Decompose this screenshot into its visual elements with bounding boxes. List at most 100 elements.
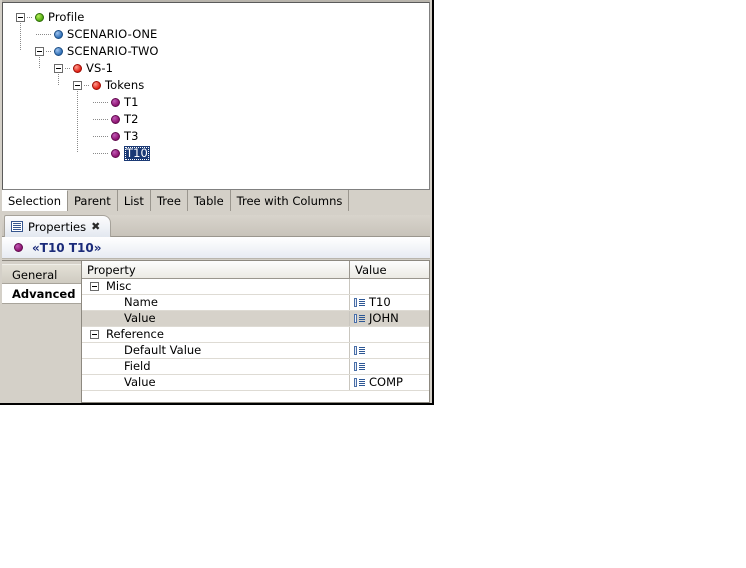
tree-connector-line <box>84 85 90 86</box>
property-value-cell[interactable] <box>350 343 429 358</box>
properties-tab-bar: Properties ✖ <box>2 215 430 237</box>
view-tab-tree[interactable]: Tree <box>150 190 188 211</box>
properties-tab-general[interactable]: General <box>2 264 81 284</box>
tree-node[interactable]: T10 <box>3 145 429 162</box>
property-row[interactable]: Reference <box>82 327 429 343</box>
tree-collapse-icon[interactable] <box>73 81 82 90</box>
application-frame: Profile SCENARIO-ONE SCENARIO-TWO VS-1 Token… <box>0 0 434 405</box>
blue-sphere-icon <box>54 47 63 56</box>
properties-list-icon <box>11 221 23 232</box>
view-tab-list[interactable]: List <box>117 190 151 211</box>
tree-connector-line <box>58 74 59 85</box>
blue-sphere-icon <box>54 30 63 39</box>
tree-connector-line <box>77 91 78 153</box>
value-editor-icon <box>354 377 365 388</box>
property-row[interactable]: Value COMP <box>82 375 429 391</box>
view-tab-tree-with-columns[interactable]: Tree with Columns <box>230 190 350 211</box>
tree-node-label[interactable]: Tokens <box>105 77 144 94</box>
value-editor-icon <box>354 297 365 308</box>
property-name-cell: Reference <box>82 327 350 342</box>
group-collapse-icon[interactable] <box>90 330 99 339</box>
property-name-cell: Name <box>82 295 350 310</box>
tree-node[interactable]: VS-1 <box>3 60 429 77</box>
tree-node-label[interactable]: T2 <box>124 111 139 128</box>
tree-node[interactable]: Tokens <box>3 77 429 94</box>
view-tab-table[interactable]: Table <box>187 190 231 211</box>
property-grid-rows: Misc Name T10 Value JOHN Reference Default Val… <box>82 279 429 391</box>
view-tab-parent[interactable]: Parent <box>68 190 118 211</box>
properties-side-tabs[interactable]: General Advanced <box>2 260 82 403</box>
tree-node-label[interactable]: SCENARIO-TWO <box>67 43 159 60</box>
purple-sphere-icon <box>111 98 120 107</box>
property-row[interactable]: Misc <box>82 279 429 295</box>
value-editor-icon <box>354 313 365 324</box>
tree-node-label[interactable]: Profile <box>48 9 84 26</box>
red-sphere-icon <box>73 64 82 73</box>
tab-properties[interactable]: Properties ✖ <box>4 215 112 237</box>
tree-connector-line <box>27 17 33 18</box>
model-tree[interactable]: Profile SCENARIO-ONE SCENARIO-TWO VS-1 Token… <box>3 3 429 189</box>
tree-collapse-icon[interactable] <box>54 64 63 73</box>
tree-node[interactable]: SCENARIO-ONE <box>3 26 429 43</box>
tree-connector-line <box>20 23 21 51</box>
property-name-cell: Value <box>82 375 350 390</box>
red-sphere-icon <box>92 81 101 90</box>
property-row[interactable]: Default Value <box>82 343 429 359</box>
tree-node[interactable]: T1 <box>3 94 429 111</box>
page-title: «T10 T10» <box>32 240 102 255</box>
tree-connector-line <box>93 153 109 154</box>
purple-sphere-icon <box>111 132 120 141</box>
view-tab-bar-filler <box>349 190 430 211</box>
purple-sphere-icon <box>111 115 120 124</box>
column-header-value: Value <box>355 262 387 277</box>
property-row[interactable]: Field <box>82 359 429 375</box>
property-row[interactable]: Name T10 <box>82 295 429 311</box>
property-value-text: JOHN <box>369 311 399 325</box>
tree-connector-line <box>39 57 40 68</box>
tree-node-label[interactable]: VS-1 <box>86 60 113 77</box>
property-name-cell: Value <box>82 311 350 326</box>
tree-node[interactable]: SCENARIO-TWO <box>3 43 429 60</box>
property-value-text: COMP <box>369 375 403 389</box>
property-value-text: T10 <box>369 295 391 309</box>
value-editor-icon <box>354 345 365 356</box>
model-tree-panel[interactable]: Profile SCENARIO-ONE SCENARIO-TWO VS-1 Token… <box>2 2 430 190</box>
tree-collapse-icon[interactable] <box>16 13 25 22</box>
tree-node[interactable]: T2 <box>3 111 429 128</box>
purple-sphere-icon <box>14 243 23 252</box>
screen-root: Profile SCENARIO-ONE SCENARIO-TWO VS-1 Token… <box>0 0 746 568</box>
green-sphere-icon <box>35 13 44 22</box>
property-label: Name <box>124 295 158 309</box>
properties-tab-advanced[interactable]: Advanced <box>2 284 81 304</box>
tree-connector-line <box>36 34 52 35</box>
column-header-property: Property <box>82 261 350 278</box>
property-label: Value <box>124 311 156 325</box>
property-value-cell[interactable] <box>350 327 429 342</box>
close-icon[interactable]: ✖ <box>91 221 100 232</box>
tree-node[interactable]: T3 <box>3 128 429 145</box>
property-label: Default Value <box>124 343 202 357</box>
group-collapse-icon[interactable] <box>90 282 99 291</box>
property-grid[interactable]: Property Value Misc Name T10 Value JOHN Refer… <box>82 260 430 403</box>
tree-collapse-icon[interactable] <box>35 47 44 56</box>
property-value-cell[interactable]: T10 <box>350 295 429 310</box>
tree-connector-line <box>65 68 71 69</box>
tree-node-label[interactable]: T1 <box>124 94 139 111</box>
property-row[interactable]: Value JOHN <box>82 311 429 327</box>
view-tab-bar[interactable]: Selection Parent List Tree Table Tree with Co… <box>2 190 430 211</box>
tree-node-label[interactable]: T10 <box>124 146 150 161</box>
tree-node-label[interactable]: SCENARIO-ONE <box>67 26 157 43</box>
tab-properties-label: Properties <box>28 219 87 234</box>
tree-node-label[interactable]: T3 <box>124 128 139 145</box>
property-value-cell[interactable] <box>350 279 429 294</box>
property-value-cell[interactable] <box>350 359 429 374</box>
tree-connector-line <box>46 51 52 52</box>
property-value-cell[interactable]: COMP <box>350 375 429 390</box>
property-name-cell: Default Value <box>82 343 350 358</box>
tree-node[interactable]: Profile <box>3 9 429 26</box>
property-grid-header: Property Value <box>82 261 429 279</box>
property-value-cell[interactable]: JOHN <box>350 311 429 326</box>
view-tab-selection[interactable]: Selection <box>2 190 68 211</box>
purple-sphere-icon <box>111 149 120 158</box>
tree-connector-line <box>93 119 109 120</box>
